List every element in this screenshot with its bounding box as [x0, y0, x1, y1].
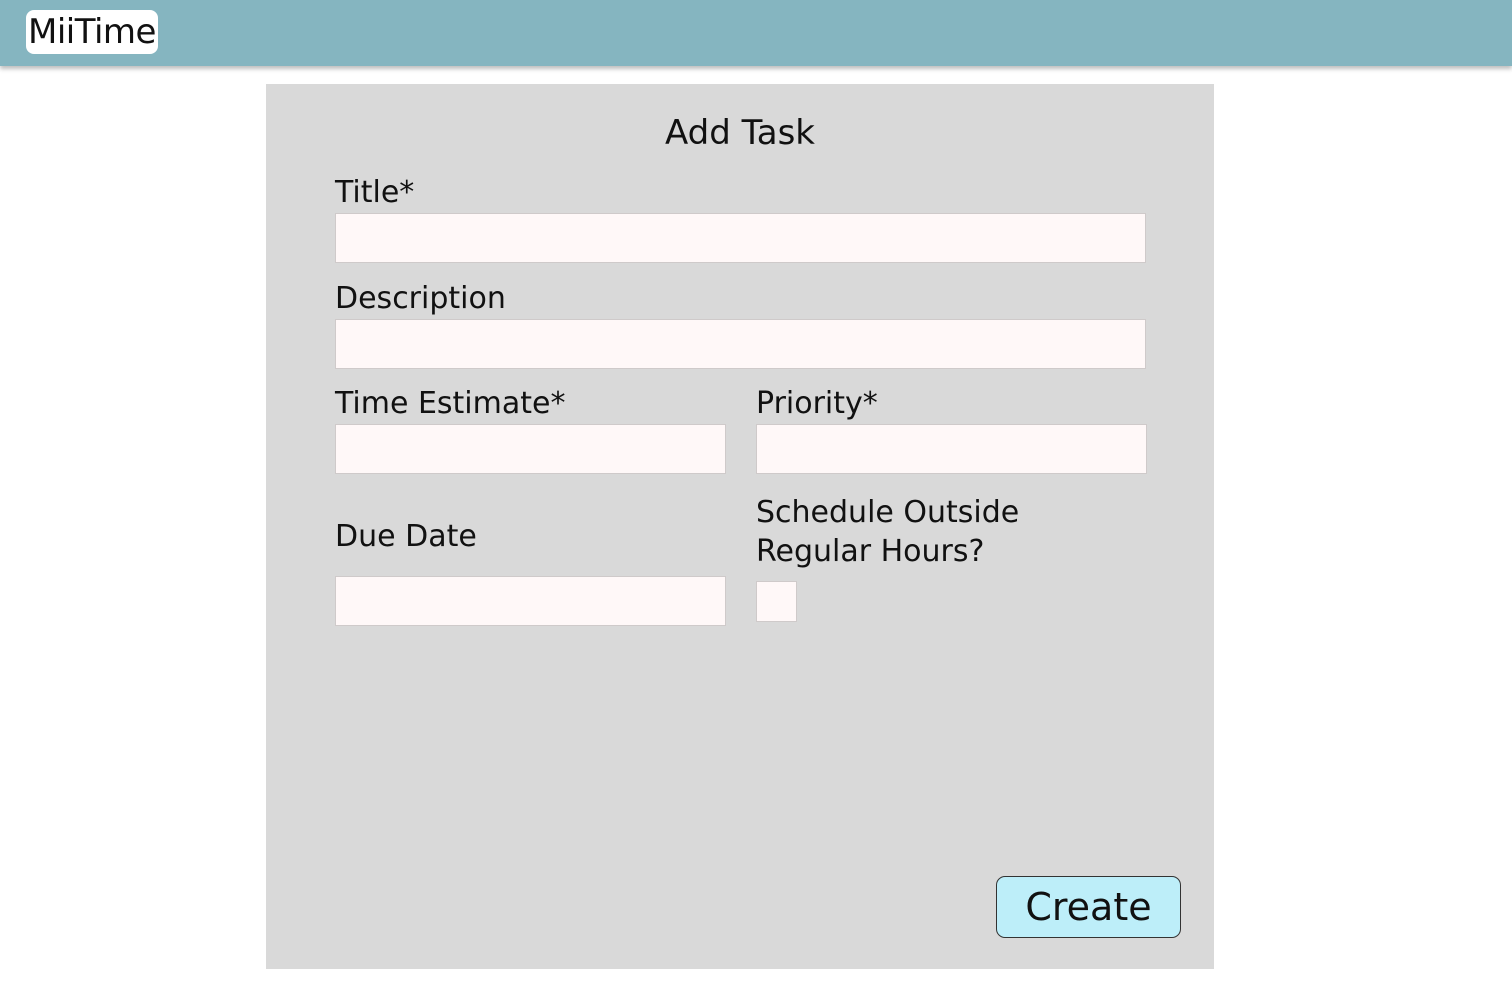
due-date-label: Due Date [335, 519, 477, 554]
panel-title: Add Task [664, 113, 815, 153]
time-estimate-input[interactable] [335, 424, 726, 474]
add-task-panel: Add Task Title* Description Time Estimat… [266, 84, 1214, 969]
create-button[interactable]: Create [996, 876, 1181, 938]
title-input[interactable] [335, 213, 1146, 263]
description-label: Description [335, 281, 506, 316]
top-bar: MiiTime [0, 0, 1512, 66]
due-date-input[interactable] [335, 576, 726, 626]
priority-input[interactable] [756, 424, 1147, 474]
title-label: Title* [335, 175, 415, 210]
schedule-outside-label: Schedule Outside Regular Hours? [756, 495, 1020, 569]
schedule-outside-checkbox[interactable] [756, 581, 797, 622]
priority-label: Priority* [756, 386, 878, 421]
description-input[interactable] [335, 319, 1146, 369]
app-logo[interactable]: MiiTime [26, 10, 158, 54]
time-estimate-label: Time Estimate* [335, 386, 566, 421]
